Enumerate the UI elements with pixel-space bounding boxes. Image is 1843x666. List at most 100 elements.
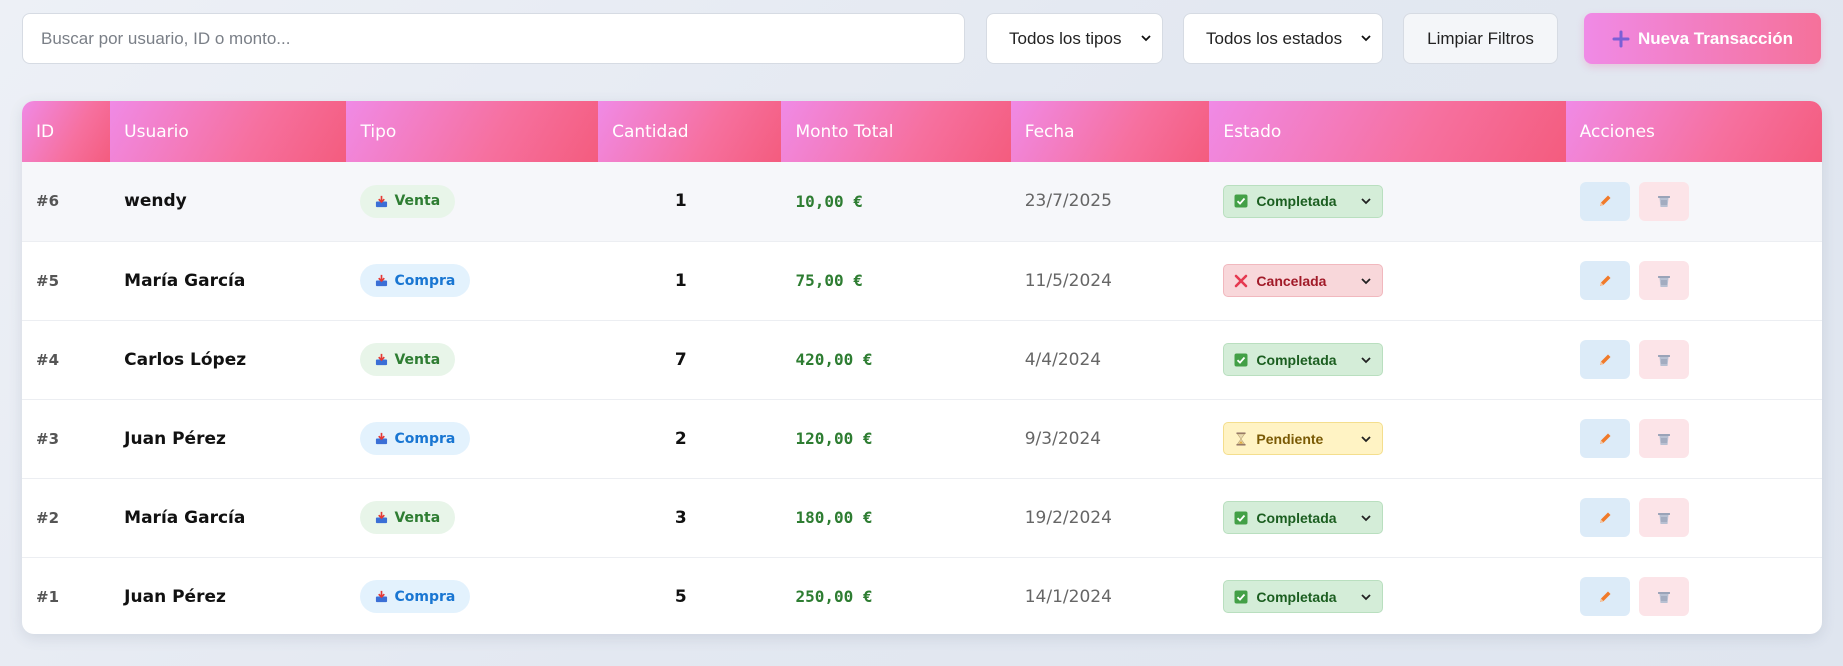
row-id: #6 bbox=[36, 192, 60, 211]
inbox-tray-icon bbox=[376, 591, 388, 603]
row-user: Juan Pérez bbox=[124, 428, 226, 449]
row-date: 11/5/2024 bbox=[1024, 270, 1112, 291]
type-label: Compra bbox=[394, 430, 456, 447]
row-quantity: 5 bbox=[674, 586, 687, 607]
row-type-cell: Compra bbox=[346, 557, 598, 634]
clear-filters-button[interactable]: Limpiar Filtros bbox=[1403, 13, 1558, 64]
row-actions-cell bbox=[1566, 162, 1822, 241]
row-type-cell: Compra bbox=[346, 241, 598, 320]
row-status-cell: Pendiente bbox=[1209, 399, 1565, 478]
row-quantity: 2 bbox=[674, 428, 687, 449]
row-quantity: 1 bbox=[674, 191, 687, 212]
row-user: María García bbox=[124, 507, 246, 528]
row-amount: 75,00 € bbox=[795, 271, 863, 290]
inbox-tray-icon bbox=[376, 353, 388, 366]
transactions-table: ID Usuario Tipo Cantidad Monto Total Fec… bbox=[22, 101, 1822, 634]
new-transaction-button[interactable]: Nueva Transacción bbox=[1584, 13, 1821, 64]
status-select[interactable]: Completada bbox=[1223, 580, 1384, 614]
row-user: María García bbox=[124, 270, 246, 291]
delete-button[interactable] bbox=[1638, 181, 1689, 221]
row-date: 19/2/2024 bbox=[1024, 507, 1112, 528]
row-id: #5 bbox=[36, 271, 60, 290]
row-quantity: 1 bbox=[674, 270, 687, 291]
check-box-icon bbox=[1234, 194, 1248, 208]
row-quantity: 3 bbox=[674, 507, 687, 528]
column-header-quantity[interactable]: Cantidad bbox=[598, 101, 782, 162]
edit-button[interactable] bbox=[1579, 261, 1630, 300]
row-id: #3 bbox=[36, 429, 60, 448]
column-header-amount[interactable]: Monto Total bbox=[781, 101, 1011, 162]
table-row: #1 Juan Pérez Compra 5 250,00 € 14/1/202… bbox=[22, 557, 1822, 634]
pencil-icon bbox=[1599, 195, 1611, 207]
row-quantity: 7 bbox=[674, 349, 687, 370]
pencil-icon bbox=[1599, 433, 1611, 444]
delete-button[interactable] bbox=[1638, 577, 1689, 617]
row-id: #1 bbox=[36, 587, 60, 606]
trash-icon bbox=[1657, 275, 1670, 287]
filter-toolbar: Todos los tipos Todos los estados Limpia… bbox=[22, 13, 1821, 64]
row-id: #4 bbox=[36, 350, 60, 369]
edit-button[interactable] bbox=[1579, 577, 1630, 617]
row-actions-cell bbox=[1566, 399, 1822, 478]
status-select[interactable]: Pendiente bbox=[1223, 422, 1384, 455]
row-actions-cell bbox=[1566, 557, 1822, 634]
trash-icon bbox=[1657, 433, 1670, 445]
delete-button[interactable] bbox=[1638, 498, 1689, 537]
chevron-down-icon bbox=[1361, 514, 1372, 521]
type-badge: Compra bbox=[360, 580, 471, 614]
edit-button[interactable] bbox=[1579, 340, 1630, 379]
table-row: #3 Juan Pérez Compra 2 120,00 € 9/3/2024… bbox=[22, 399, 1822, 478]
status-select[interactable]: Completada bbox=[1223, 343, 1384, 376]
status-select[interactable]: Completada bbox=[1223, 501, 1384, 534]
status-label: Completada bbox=[1256, 351, 1337, 368]
chevron-down-icon bbox=[1361, 198, 1372, 205]
column-header-type[interactable]: Tipo bbox=[346, 101, 599, 162]
delete-button[interactable] bbox=[1638, 419, 1689, 458]
column-header-date[interactable]: Fecha bbox=[1010, 101, 1210, 162]
trash-icon bbox=[1657, 196, 1670, 208]
edit-button[interactable] bbox=[1579, 498, 1630, 537]
row-amount: 250,00 € bbox=[795, 587, 873, 607]
status-label: Pendiente bbox=[1256, 430, 1324, 447]
status-filter-select[interactable]: Todos los estados bbox=[1183, 13, 1383, 64]
search-input[interactable] bbox=[22, 13, 965, 64]
delete-button[interactable] bbox=[1638, 261, 1689, 300]
status-select[interactable]: Cancelada bbox=[1223, 264, 1384, 297]
check-box-icon bbox=[1234, 590, 1248, 604]
status-select[interactable]: Completada bbox=[1223, 184, 1384, 218]
row-date: 14/1/2024 bbox=[1024, 586, 1112, 607]
row-actions-cell bbox=[1566, 320, 1822, 399]
row-type-cell: Compra bbox=[346, 399, 598, 478]
row-status-cell: Completada bbox=[1209, 478, 1565, 557]
row-user: Juan Pérez bbox=[124, 586, 226, 607]
type-badge: Venta bbox=[360, 343, 456, 376]
trash-icon bbox=[1657, 354, 1670, 366]
type-label: Venta bbox=[394, 193, 441, 210]
plus-icon bbox=[1612, 30, 1630, 47]
pencil-icon bbox=[1599, 354, 1611, 365]
chevron-down-icon bbox=[1361, 594, 1372, 601]
pencil-icon bbox=[1599, 512, 1611, 523]
delete-button[interactable] bbox=[1638, 340, 1689, 379]
type-label: Venta bbox=[394, 509, 441, 526]
row-type-cell: Venta bbox=[346, 478, 598, 557]
table-row: #6 wendy Venta 1 10,00 € 23/7/2025 Compl… bbox=[22, 162, 1822, 241]
table-row: #4 Carlos López Venta 7 420,00 € 4/4/202… bbox=[22, 320, 1822, 399]
table-header-row: ID Usuario Tipo Cantidad Monto Total Fec… bbox=[22, 101, 1822, 162]
pencil-icon bbox=[1599, 591, 1611, 602]
row-user: Carlos López bbox=[124, 349, 247, 370]
column-header-id[interactable]: ID bbox=[22, 101, 111, 162]
chevron-down-icon bbox=[1361, 34, 1371, 41]
inbox-tray-icon bbox=[376, 432, 388, 445]
column-header-status[interactable]: Estado bbox=[1209, 101, 1566, 162]
row-date: 4/4/2024 bbox=[1024, 349, 1102, 370]
edit-button[interactable] bbox=[1579, 181, 1630, 221]
inbox-tray-icon bbox=[376, 274, 388, 287]
column-header-user[interactable]: Usuario bbox=[110, 101, 347, 162]
edit-button[interactable] bbox=[1579, 419, 1630, 458]
row-actions-cell bbox=[1566, 478, 1822, 557]
type-filter-value: Todos los tipos bbox=[1009, 28, 1122, 48]
row-amount: 10,00 € bbox=[795, 191, 863, 211]
type-filter-select[interactable]: Todos los tipos bbox=[986, 13, 1163, 64]
check-box-icon bbox=[1234, 511, 1248, 524]
